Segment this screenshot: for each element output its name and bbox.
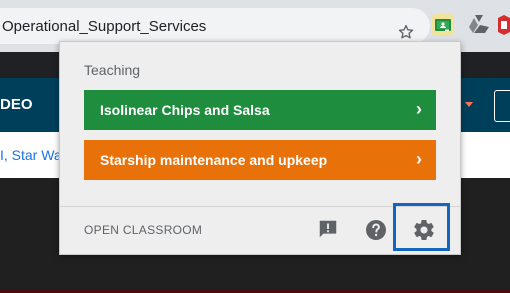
google-drive-icon[interactable] (468, 14, 490, 34)
classroom-popup: Teaching Isolinear Chips and Salsa › Sta… (59, 41, 461, 255)
page-strip-link[interactable]: I, Star Wa (0, 147, 62, 163)
feedback-icon[interactable] (317, 218, 339, 240)
address-bar-url[interactable]: Operational_Support_Services (2, 18, 206, 35)
class-card-isolinear-chips[interactable]: Isolinear Chips and Salsa › (84, 90, 436, 130)
class-card-label: Starship maintenance and upkeep (100, 152, 328, 168)
popup-heading: Teaching (84, 62, 141, 78)
open-classroom-link[interactable]: OPEN CLASSROOM (84, 223, 202, 237)
page-nav-menu-button[interactable] (494, 90, 510, 122)
page-bottom-divider (0, 289, 510, 293)
chevron-down-icon[interactable] (465, 102, 473, 107)
page-nav-label[interactable]: DEO (0, 96, 33, 113)
chevron-right-icon: › (416, 99, 422, 119)
google-classroom-icon[interactable] (432, 14, 454, 36)
help-icon[interactable] (364, 218, 388, 242)
red-extension-icon[interactable] (498, 14, 510, 36)
address-bar[interactable]: Operational_Support_Services (0, 8, 430, 44)
class-card-starship-maintenance[interactable]: Starship maintenance and upkeep › (84, 140, 436, 180)
chevron-right-icon: › (416, 149, 422, 169)
class-card-label: Isolinear Chips and Salsa (100, 102, 270, 118)
star-outline-icon[interactable] (397, 23, 415, 41)
gear-icon[interactable] (412, 218, 436, 242)
